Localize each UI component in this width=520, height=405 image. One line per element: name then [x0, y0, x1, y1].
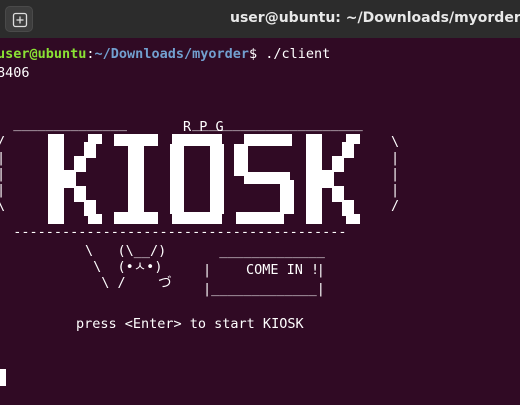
- title-bar: user@ubuntu: ~/Downloads/myorder: [0, 0, 520, 38]
- sign-top: _____________: [203, 243, 325, 259]
- banner-dashes: ----------------------------------------…: [0, 224, 347, 240]
- prompt-user-host: user@ubuntu: [0, 46, 87, 62]
- banner-top-border: ______________ _____________________: [0, 116, 363, 132]
- bunny-art: \ (\__/) \ (•ㅅ•) \ / づ: [85, 243, 172, 291]
- terminal-area[interactable]: user@ubuntu:~/Downloads/myorder$ ./clien…: [0, 38, 520, 405]
- new-tab-icon: [12, 12, 28, 28]
- prompt-symbol: $: [248, 46, 258, 62]
- banner-left-side: / | | | \: [0, 134, 6, 214]
- come-in-text: COME IN !: [246, 262, 320, 278]
- new-tab-button[interactable]: [5, 6, 33, 32]
- prompt-line: user@ubuntu:~/Downloads/myorder$ ./clien…: [0, 46, 330, 62]
- banner-right-side: \ | | | /: [391, 134, 400, 214]
- terminal-cursor: [0, 369, 6, 386]
- sign-bottom: |_____________|: [203, 281, 325, 297]
- banner-small-title: R P G: [183, 119, 224, 135]
- window-title: user@ubuntu: ~/Downloads/myorder: [230, 10, 520, 26]
- prompt-path: ~/Downloads/myorder: [94, 46, 249, 62]
- process-id-output: 8406: [0, 65, 30, 81]
- command-text: ./client: [257, 46, 331, 62]
- instruction-text: press <Enter> to start KIOSK: [76, 316, 304, 332]
- prompt-separator: :: [86, 46, 95, 62]
